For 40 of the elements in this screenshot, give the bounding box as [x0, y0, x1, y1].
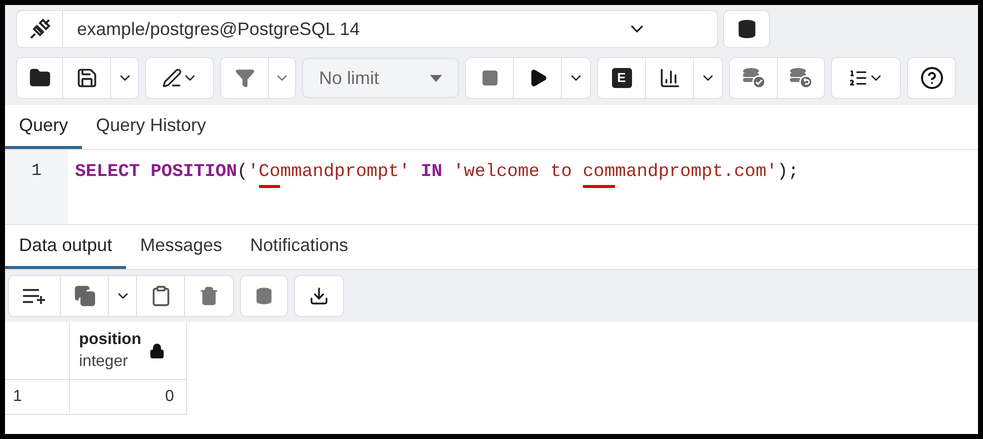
help-icon: [920, 66, 944, 90]
column-type: integer: [79, 352, 129, 372]
database-button[interactable]: [723, 10, 770, 48]
line-number: 1: [31, 161, 42, 183]
limit-select[interactable]: No limit: [302, 58, 459, 98]
column-name: position: [79, 330, 142, 350]
filter-icon: [234, 68, 254, 88]
download-icon: [309, 286, 329, 306]
explain-button[interactable]: E: [598, 58, 646, 98]
code-line[interactable]: SELECT POSITION('Commandprompt' IN 'welcome to commandprompt.com');: [75, 159, 799, 186]
add-row-icon: [22, 287, 48, 305]
bar-chart-icon: [658, 67, 680, 89]
column-header[interactable]: position integer: [70, 322, 187, 380]
stop-button[interactable]: [466, 58, 514, 98]
trash-icon: [199, 286, 219, 306]
table-cell[interactable]: 0: [70, 380, 187, 415]
filter-button[interactable]: [221, 58, 269, 98]
save-icon: [76, 67, 98, 89]
tab[interactable]: Messages: [126, 225, 236, 269]
copy-icon: [74, 285, 96, 307]
database-icon: [255, 287, 273, 305]
database-check-icon: [742, 67, 766, 89]
stop-icon: [480, 69, 498, 87]
commit-button[interactable]: [730, 58, 778, 98]
plug-icon: [28, 17, 52, 41]
caret-icon: [430, 74, 442, 82]
connection-value: example/postgres@PostgreSQL 14: [77, 18, 361, 41]
connection-select[interactable]: example/postgres@PostgreSQL 14: [16, 10, 718, 48]
row-number[interactable]: 1: [5, 380, 70, 415]
lock-icon: [149, 342, 166, 358]
open-file-button[interactable]: [17, 58, 63, 98]
database-icon: [736, 19, 756, 39]
database-undo-icon: [789, 67, 813, 89]
explain-icon: E: [612, 68, 632, 88]
pen-icon: [162, 68, 182, 88]
tab[interactable]: Query History: [82, 105, 220, 149]
add-row-button[interactable]: [9, 276, 61, 316]
folder-icon: [28, 67, 50, 89]
tab[interactable]: Notifications: [236, 225, 362, 269]
numbered-list-icon: [848, 68, 868, 88]
